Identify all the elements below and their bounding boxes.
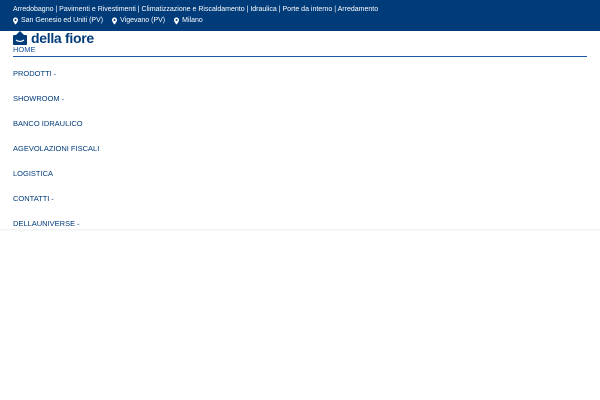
- location-san-genesio[interactable]: San Genesio ed Uniti (PV): [13, 16, 103, 26]
- nav-item-label: AGEVOLAZIONI FISCALI: [13, 144, 100, 153]
- location-label: San Genesio ed Uniti (PV): [21, 17, 104, 24]
- nav-item-contatti[interactable]: CONTATTI ⌄: [13, 194, 55, 204]
- nav-item-dellauniverse[interactable]: DELLAUNIVERSE ⌄: [13, 219, 80, 229]
- services-tagline: Arredobagno | Pavimenti e Rivestimenti |…: [13, 6, 379, 13]
- nav-item-label: CONTATTI: [13, 194, 50, 203]
- della-fiore-logo-icon: [13, 31, 27, 45]
- nav-item-label: LOGISTICA: [13, 169, 54, 178]
- nav-item-showroom[interactable]: SHOWROOM ⌄: [13, 94, 65, 104]
- nav-item-label: BANCO IDRAULICO: [13, 119, 83, 128]
- nav-item-label: PRODOTTI: [13, 69, 52, 78]
- main-navigation: HOME PRODOTTI ⌄ SHOWROOM ⌄ BANCO IDRAULI…: [13, 44, 587, 228]
- location-label: Milano: [182, 17, 203, 24]
- top-info-bar: Arredobagno | Pavimenti e Rivestimenti |…: [0, 0, 600, 31]
- nav-item-label: DELLAUNIVERSE: [13, 219, 76, 228]
- nav-item-label: SHOWROOM: [13, 94, 60, 103]
- nav-item-prodotti[interactable]: PRODOTTI ⌄: [13, 69, 57, 79]
- map-pin-icon: [13, 17, 18, 25]
- location-vigevano[interactable]: Vigevano (PV): [112, 16, 165, 26]
- chevron-down-icon: ⌄: [60, 96, 65, 102]
- header-divider: [0, 229, 600, 232]
- chevron-down-icon: ⌄: [52, 71, 57, 77]
- map-pin-icon: [174, 17, 180, 25]
- store-locations: San Genesio ed Uniti (PV) Vigevano (PV) …: [13, 16, 587, 26]
- location-label: Vigevano (PV): [120, 17, 166, 24]
- nav-item-home[interactable]: HOME: [13, 44, 587, 57]
- map-pin-icon: [112, 17, 118, 25]
- chevron-down-icon: ⌄: [50, 196, 55, 202]
- nav-item-banco-idraulico[interactable]: BANCO IDRAULICO: [13, 119, 83, 129]
- chevron-down-icon: ⌄: [76, 221, 81, 227]
- location-milano[interactable]: Milano: [174, 16, 203, 26]
- nav-item-logistica[interactable]: LOGISTICA: [13, 169, 53, 179]
- nav-item-agevolazioni-fiscali[interactable]: AGEVOLAZIONI FISCALI: [13, 144, 99, 154]
